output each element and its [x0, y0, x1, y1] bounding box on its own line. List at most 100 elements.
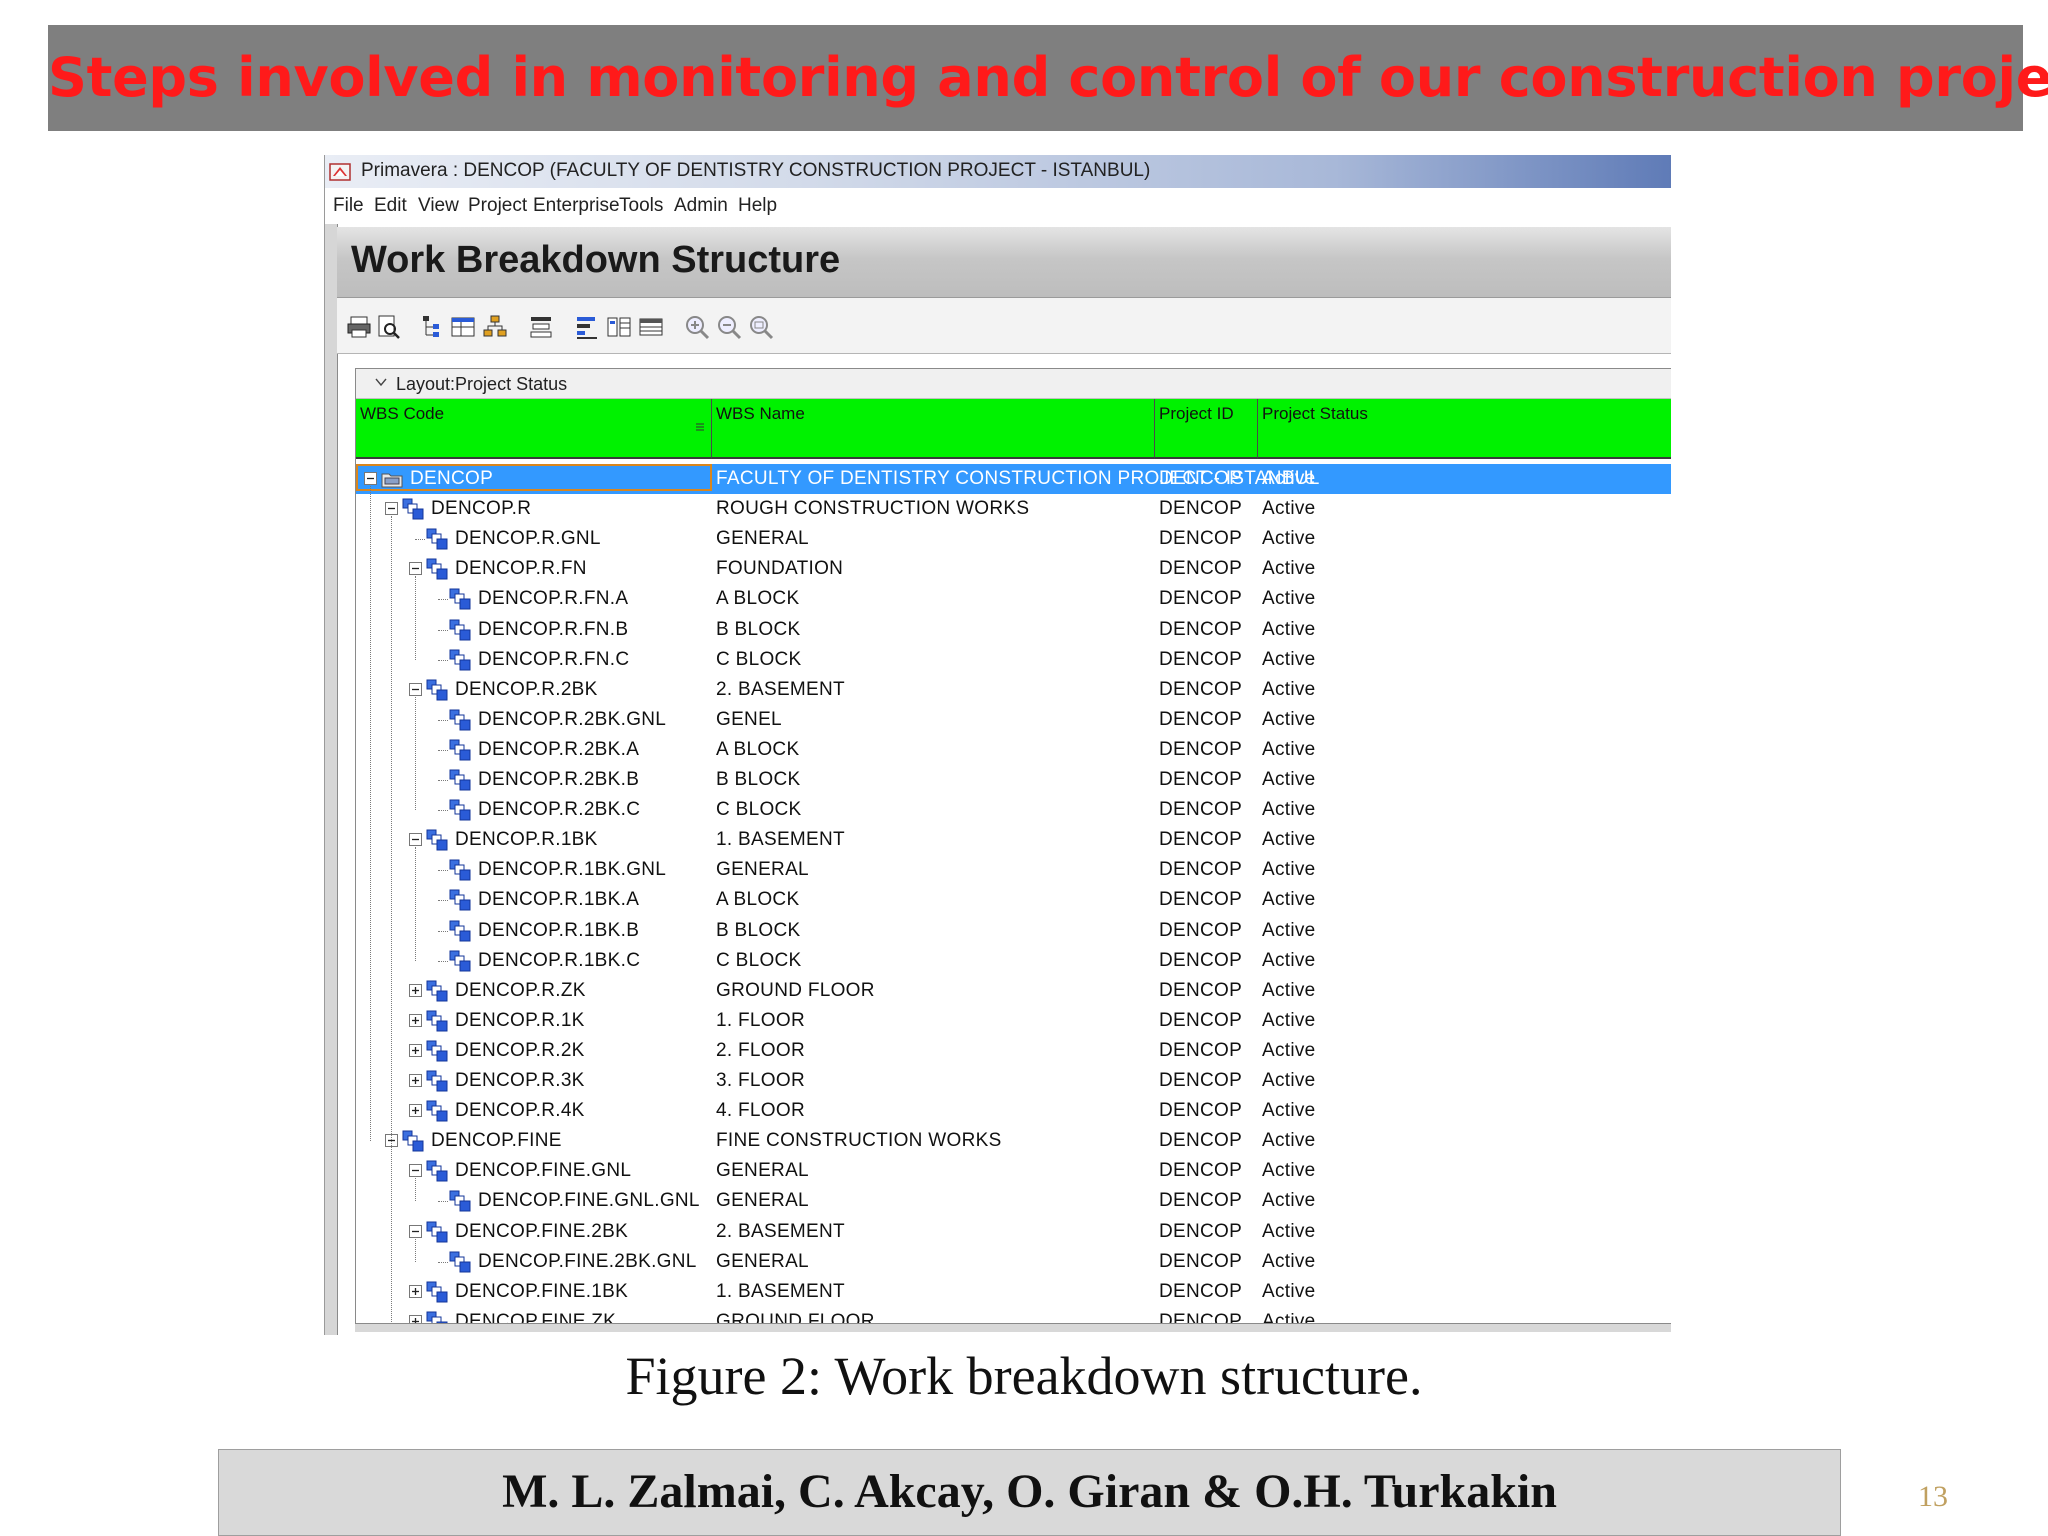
tree-guide-line: [415, 1178, 416, 1202]
column-header-wbs-name[interactable]: WBS Name: [712, 399, 1155, 459]
wbs-name-cell: 2. BASEMENT: [716, 1220, 845, 1242]
expand-icon[interactable]: [409, 1284, 422, 1298]
wbs-code-cell: DENCOP.R.1BK.A: [478, 889, 640, 911]
table-row[interactable]: DENCOP.R.GNL GENERAL DENCOP Active: [356, 524, 1671, 554]
column-label: Project ID: [1159, 404, 1234, 423]
wbs-code-cell: DENCOP.R.GNL: [455, 528, 601, 550]
menu-project[interactable]: Project: [468, 195, 527, 217]
chevron-down-icon[interactable]: [374, 375, 388, 389]
zoom-out-icon[interactable]: [715, 313, 743, 341]
table-row[interactable]: DENCOP.R.2BK.B B BLOCK DENCOP Active: [356, 765, 1671, 795]
filter-icon[interactable]: [527, 313, 555, 341]
project-id-cell: DENCOP: [1159, 708, 1243, 730]
table-row[interactable]: DENCOP.FINE FINE CONSTRUCTION WORKS DENCOP…: [356, 1126, 1671, 1156]
tree-connector: [438, 599, 448, 601]
table-row[interactable]: DENCOP.R.2BK.C C BLOCK DENCOP Active: [356, 795, 1671, 825]
menu-edit[interactable]: Edit: [374, 195, 407, 217]
expand-icon[interactable]: [409, 1043, 422, 1057]
table-row[interactable]: DENCOP.R.3K 3. FLOOR DENCOP Active: [356, 1066, 1671, 1096]
table-row[interactable]: DENCOP.FINE.GNL.GNL GENERAL DENCOP Active: [356, 1186, 1671, 1216]
hierarchy-icon[interactable]: [417, 313, 445, 341]
table-row[interactable]: DENCOP.R.2BK.GNL GENEL DENCOP Active: [356, 705, 1671, 735]
project-id-cell: DENCOP: [1159, 1250, 1243, 1272]
menu-view[interactable]: View: [418, 195, 459, 217]
collapse-icon[interactable]: [409, 562, 422, 576]
zoom-in-icon[interactable]: [683, 313, 711, 341]
project-id-cell: DENCOP: [1159, 1009, 1243, 1031]
project-id-cell: DENCOP: [1159, 648, 1243, 670]
tree-connector: [438, 930, 448, 932]
organize-icon[interactable]: [481, 313, 509, 341]
table-row[interactable]: DENCOP.R.1BK.GNL GENERAL DENCOP Active: [356, 855, 1671, 885]
window-titlebar[interactable]: Primavera : DENCOP (FACULTY OF DENTISTRY…: [325, 155, 1671, 188]
print-preview-icon[interactable]: [375, 313, 403, 341]
wbs-name-cell: B BLOCK: [716, 618, 801, 640]
slide-title: Steps involved in monitoring and control…: [48, 46, 2048, 109]
table-row[interactable]: DENCOP.R.1BK.C C BLOCK DENCOP Active: [356, 946, 1671, 976]
collapse-icon[interactable]: [409, 1164, 422, 1178]
table-row[interactable]: DENCOP.R.1K 1. FLOOR DENCOP Active: [356, 1006, 1671, 1036]
table-row[interactable]: DENCOP.R.FN.C C BLOCK DENCOP Active: [356, 645, 1671, 675]
menu-tools[interactable]: Tools: [619, 195, 663, 217]
table-row[interactable]: DENCOP.R.4K 4. FLOOR DENCOP Active: [356, 1096, 1671, 1126]
table-row[interactable]: DENCOP.FINE.2BK.GNL GENERAL DENCOP Active: [356, 1247, 1671, 1277]
menu-admin[interactable]: Admin: [674, 195, 728, 217]
expand-icon[interactable]: [409, 1074, 422, 1087]
wbs-icon: [449, 920, 471, 941]
collapse-icon[interactable]: [409, 682, 422, 696]
table-row[interactable]: DENCOP.R.ZK GROUND FLOOR DENCOP Active: [356, 976, 1671, 1006]
column-header-project-id[interactable]: Project ID: [1155, 399, 1258, 459]
collapse-icon[interactable]: [409, 1224, 422, 1238]
project-status-cell: Active: [1262, 1190, 1316, 1212]
collapse-icon[interactable]: [385, 502, 398, 516]
menu-enterprise[interactable]: Enterprise: [533, 195, 620, 217]
project-status-cell: Active: [1262, 859, 1316, 881]
table-row[interactable]: DENCOP.R.FN.B B BLOCK DENCOP Active: [356, 615, 1671, 645]
grid-horizontal-scrollbar[interactable]: [355, 1323, 1671, 1332]
table-row[interactable]: DENCOP FACULTY OF DENTISTRY CONSTRUCTION …: [356, 464, 1671, 494]
column-header-wbs-code[interactable]: WBS Code: [356, 399, 712, 459]
table-icon[interactable]: [637, 313, 665, 341]
tree-connector: [438, 719, 448, 721]
project-status-cell: Active: [1262, 468, 1316, 489]
details-icon[interactable]: [605, 313, 633, 341]
table-row[interactable]: DENCOP.R.1BK.B B BLOCK DENCOP Active: [356, 916, 1671, 946]
wbs-name-cell: GENERAL: [716, 859, 809, 881]
table-row[interactable]: DENCOP.R.1BK 1. BASEMENT DENCOP Active: [356, 825, 1671, 855]
table-row[interactable]: DENCOP.FINE.2BK 2. BASEMENT DENCOP Active: [356, 1217, 1671, 1247]
wbs-icon: [426, 1221, 448, 1242]
column-menu-icon[interactable]: [694, 421, 706, 433]
page-number: 13: [1918, 1480, 1948, 1513]
layout-bar[interactable]: Layout:Project Status: [356, 369, 1671, 399]
table-row[interactable]: DENCOP.R.2K 2. FLOOR DENCOP Active: [356, 1036, 1671, 1066]
column-header-project-status[interactable]: Project Status: [1258, 399, 1671, 459]
expand-icon[interactable]: [409, 1013, 422, 1027]
wbs-name-cell: A BLOCK: [716, 588, 800, 610]
collapse-icon[interactable]: [409, 833, 422, 847]
project-id-cell: DENCOP: [1159, 528, 1243, 550]
print-icon[interactable]: [345, 313, 373, 341]
table-row[interactable]: DENCOP.R.1BK.A A BLOCK DENCOP Active: [356, 885, 1671, 915]
wbs-code-cell: DENCOP.R.1BK.B: [478, 919, 640, 941]
wbs-code-cell: DENCOP.FINE.2BK: [455, 1220, 629, 1242]
zoom-fit-icon[interactable]: [747, 313, 775, 341]
table-row[interactable]: DENCOP.R.2BK.A A BLOCK DENCOP Active: [356, 735, 1671, 765]
project-id-cell: DENCOP: [1159, 1070, 1243, 1091]
wbs-name-cell: GROUND FLOOR: [716, 979, 875, 1001]
columns-icon[interactable]: [449, 313, 477, 341]
table-row[interactable]: DENCOP.FINE.GNL GENERAL DENCOP Active: [356, 1156, 1671, 1186]
footer-authors: M. L. Zalmai, C. Akcay, O. Giran & O.H. …: [502, 1465, 1557, 1518]
table-row[interactable]: DENCOP.R ROUGH CONSTRUCTION WORKS DENCOP Ac…: [356, 494, 1671, 524]
menu-file[interactable]: File: [333, 195, 364, 217]
table-row[interactable]: DENCOP.R.FN FOUNDATION DENCOP Active: [356, 554, 1671, 584]
table-row[interactable]: DENCOP.R.FN.A A BLOCK DENCOP Active: [356, 584, 1671, 614]
wbs-code-cell: DENCOP.FINE.GNL.GNL: [478, 1190, 700, 1212]
table-row[interactable]: DENCOP.FINE.1BK 1. BASEMENT DENCOP Active: [356, 1277, 1671, 1307]
expand-icon[interactable]: [409, 1104, 422, 1118]
expand-icon[interactable]: [409, 983, 422, 997]
table-row[interactable]: DENCOP.R.2BK 2. BASEMENT DENCOP Active: [356, 675, 1671, 705]
menu-help[interactable]: Help: [738, 195, 777, 217]
tree-connector: [438, 749, 448, 751]
bar-chart-icon[interactable]: [573, 313, 601, 341]
project-id-cell: DENCOP: [1159, 618, 1243, 640]
